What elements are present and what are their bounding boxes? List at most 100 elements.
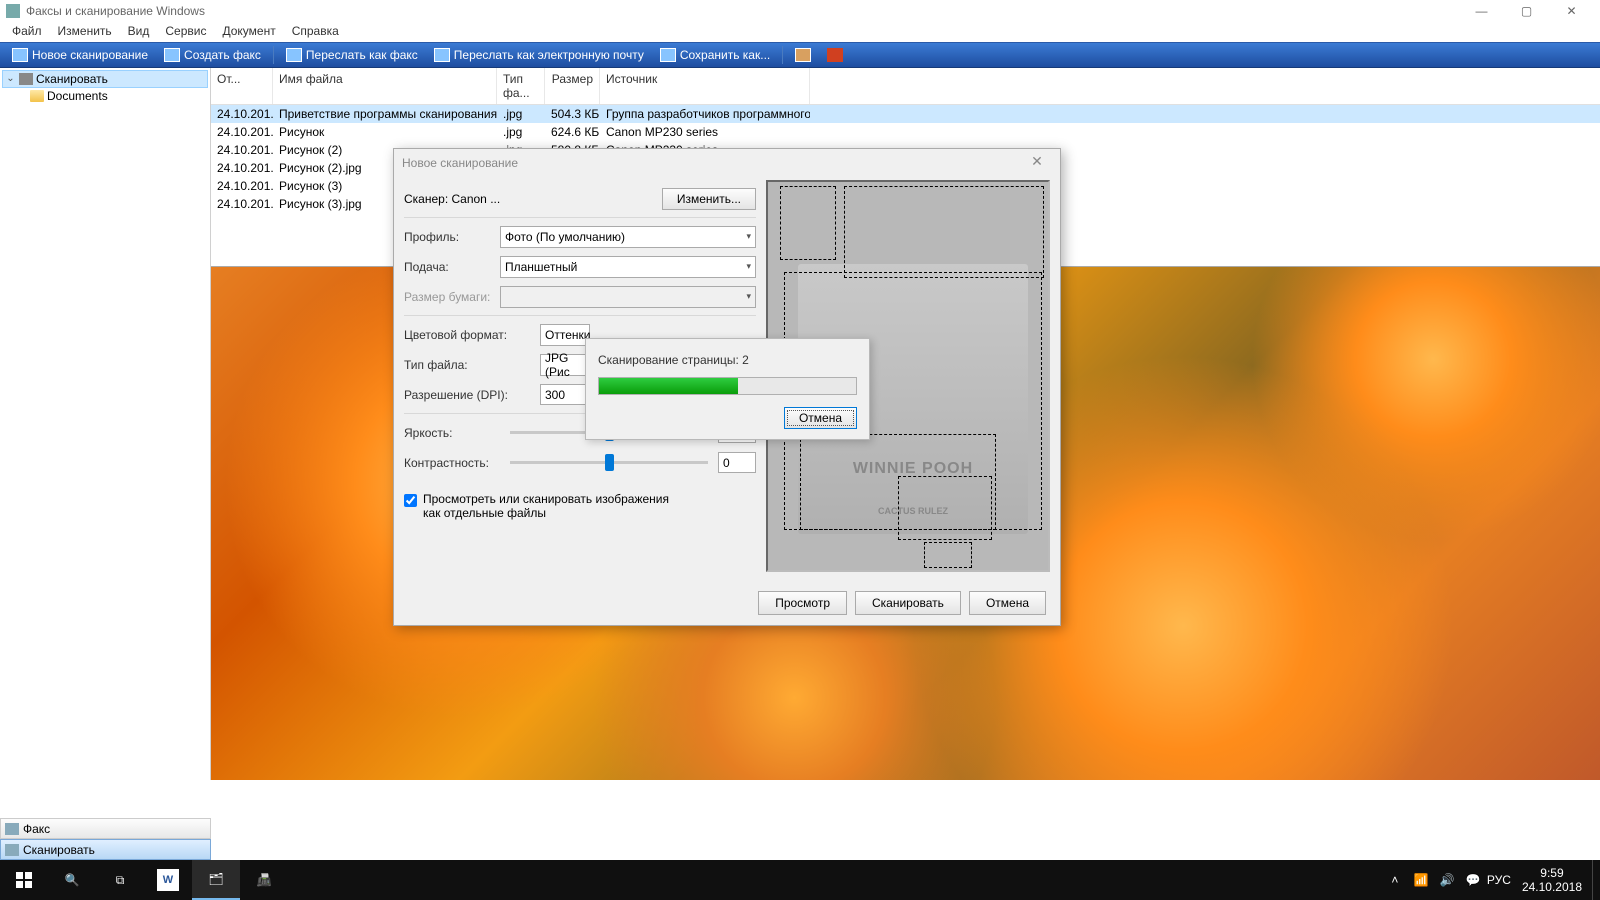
slider-thumb[interactable] xyxy=(605,454,614,471)
collapse-icon[interactable]: ⌄ xyxy=(5,74,16,85)
col-source[interactable]: Источник xyxy=(600,68,810,104)
maximize-button[interactable]: ▢ xyxy=(1504,0,1549,22)
toolbar: Новое сканирование Создать факс Переслат… xyxy=(0,42,1600,68)
progress-cancel-button[interactable]: Отмена xyxy=(784,407,857,429)
paper-size-select: ▾ xyxy=(500,286,756,308)
cell-size: 624.6 КБ xyxy=(545,123,600,141)
cell-name: Приветствие программы сканирования xyxy=(273,105,497,123)
delete-icon xyxy=(827,48,843,62)
divider xyxy=(404,315,756,316)
separate-files-label: Просмотреть или сканировать изображения … xyxy=(423,492,673,520)
scan-button[interactable]: Сканировать xyxy=(855,591,961,615)
close-button[interactable]: ✕ xyxy=(1549,0,1594,22)
toolbar-print[interactable] xyxy=(789,46,817,64)
dialog-footer: Просмотр Сканировать Отмена xyxy=(758,591,1046,615)
tray-language[interactable]: РУС xyxy=(1486,873,1512,887)
cell-date: 24.10.201... xyxy=(211,105,273,123)
toolbar-save-as[interactable]: Сохранить как... xyxy=(654,46,776,64)
tray-notifications-icon[interactable]: 💬 xyxy=(1460,873,1486,887)
crop-region[interactable] xyxy=(924,542,972,568)
clock-date: 24.10.2018 xyxy=(1522,880,1582,894)
bottom-nav: Факс Сканировать xyxy=(0,818,211,860)
dpi-label: Разрешение (DPI): xyxy=(404,388,540,402)
col-date[interactable]: От... xyxy=(211,68,273,104)
color-format-select[interactable]: Оттенки xyxy=(540,324,590,346)
tree-node-documents[interactable]: Documents xyxy=(28,88,208,104)
scan-progress-dialog: Сканирование страницы: 2 Отмена xyxy=(585,338,870,440)
cell-source: Canon MP230 series xyxy=(600,123,810,141)
table-row[interactable]: 24.10.201...Приветствие программы сканир… xyxy=(211,105,1600,123)
toolbar-separator xyxy=(273,46,274,64)
toolbar-new-scan[interactable]: Новое сканирование xyxy=(6,46,154,64)
tree-label: Сканировать xyxy=(36,72,108,86)
table-row[interactable]: 24.10.201...Рисунок.jpg624.6 КБCanon MP2… xyxy=(211,123,1600,141)
change-scanner-button[interactable]: Изменить... xyxy=(662,188,756,210)
taskbar-scanner-app[interactable]: 📠 xyxy=(240,860,288,900)
cell-date: 24.10.201... xyxy=(211,141,273,159)
divider xyxy=(404,217,756,218)
crop-region[interactable] xyxy=(780,186,836,260)
save-as-icon xyxy=(660,48,676,62)
col-size[interactable]: Размер xyxy=(545,68,600,104)
menu-view[interactable]: Вид xyxy=(120,22,158,42)
menu-edit[interactable]: Изменить xyxy=(50,22,120,42)
dpi-input[interactable] xyxy=(540,384,590,405)
contrast-input[interactable] xyxy=(718,452,756,473)
profile-select[interactable]: Фото (По умолчанию)▾ xyxy=(500,226,756,248)
window-titlebar: Факсы и сканирование Windows ― ▢ ✕ xyxy=(0,0,1600,22)
nav-fax[interactable]: Факс xyxy=(0,818,211,839)
menu-bar: Файл Изменить Вид Сервис Документ Справк… xyxy=(0,22,1600,42)
crop-region[interactable] xyxy=(898,476,992,540)
file-type-select[interactable]: JPG (Рис xyxy=(540,354,590,376)
color-format-label: Цветовой формат: xyxy=(404,328,540,342)
col-type[interactable]: Тип фа... xyxy=(497,68,545,104)
menu-document[interactable]: Документ xyxy=(214,22,283,42)
brightness-label: Яркость: xyxy=(404,426,500,440)
source-select[interactable]: Планшетный▾ xyxy=(500,256,756,278)
task-view-button[interactable]: ⧉ xyxy=(96,860,144,900)
menu-file[interactable]: Файл xyxy=(4,22,50,42)
dialog-title: Новое сканирование xyxy=(402,156,518,170)
nav-scan[interactable]: Сканировать xyxy=(0,839,211,860)
toolbar-separator xyxy=(782,46,783,64)
minimize-button[interactable]: ― xyxy=(1459,0,1504,22)
crop-region[interactable] xyxy=(844,186,1044,278)
taskbar: 🔍 ⧉ W 🗂 📠 ˄ 📶 🔊 💬 РУС 9:59 24.10.2018 xyxy=(0,860,1600,900)
col-name[interactable]: Имя файла xyxy=(273,68,497,104)
search-button[interactable]: 🔍 xyxy=(48,860,96,900)
tray-volume-icon[interactable]: 🔊 xyxy=(1434,873,1460,887)
taskbar-fax-scan[interactable]: 🗂 xyxy=(192,860,240,900)
tree-node-scan[interactable]: ⌄ Сканировать xyxy=(2,70,208,88)
new-fax-icon xyxy=(164,48,180,62)
menu-tools[interactable]: Сервис xyxy=(157,22,214,42)
toolbar-forward-mail[interactable]: Переслать как электронную почту xyxy=(428,46,650,64)
cell-name: Рисунок xyxy=(273,123,497,141)
cell-type: .jpg xyxy=(497,123,545,141)
show-desktop-button[interactable] xyxy=(1592,860,1598,900)
preview-button[interactable]: Просмотр xyxy=(758,591,847,615)
dialog-close-button[interactable]: ✕ xyxy=(1022,153,1052,173)
folder-icon xyxy=(30,90,44,102)
file-type-label: Тип файла: xyxy=(404,358,540,372)
clock-time: 9:59 xyxy=(1522,866,1582,880)
cell-type: .jpg xyxy=(497,105,545,123)
contrast-slider[interactable] xyxy=(510,461,708,464)
chevron-down-icon: ▾ xyxy=(746,291,751,302)
menu-help[interactable]: Справка xyxy=(284,22,347,42)
progress-text: Сканирование страницы: 2 xyxy=(598,353,857,367)
separate-files-checkbox[interactable] xyxy=(404,494,417,507)
start-button[interactable] xyxy=(0,860,48,900)
tray-chevron-up-icon[interactable]: ˄ xyxy=(1382,873,1408,887)
source-label: Подача: xyxy=(404,260,500,274)
scanner-label: Сканер: Canon ... xyxy=(404,192,662,206)
progress-bar xyxy=(598,377,857,395)
window-title: Факсы и сканирование Windows xyxy=(26,4,1459,18)
cell-date: 24.10.201... xyxy=(211,159,273,177)
cancel-button[interactable]: Отмена xyxy=(969,591,1046,615)
toolbar-forward-fax[interactable]: Переслать как факс xyxy=(280,46,424,64)
toolbar-delete[interactable] xyxy=(821,46,849,64)
taskbar-word[interactable]: W xyxy=(157,869,179,891)
tray-clock[interactable]: 9:59 24.10.2018 xyxy=(1512,864,1592,896)
tray-network-icon[interactable]: 📶 xyxy=(1408,873,1434,887)
toolbar-new-fax[interactable]: Создать факс xyxy=(158,46,267,64)
